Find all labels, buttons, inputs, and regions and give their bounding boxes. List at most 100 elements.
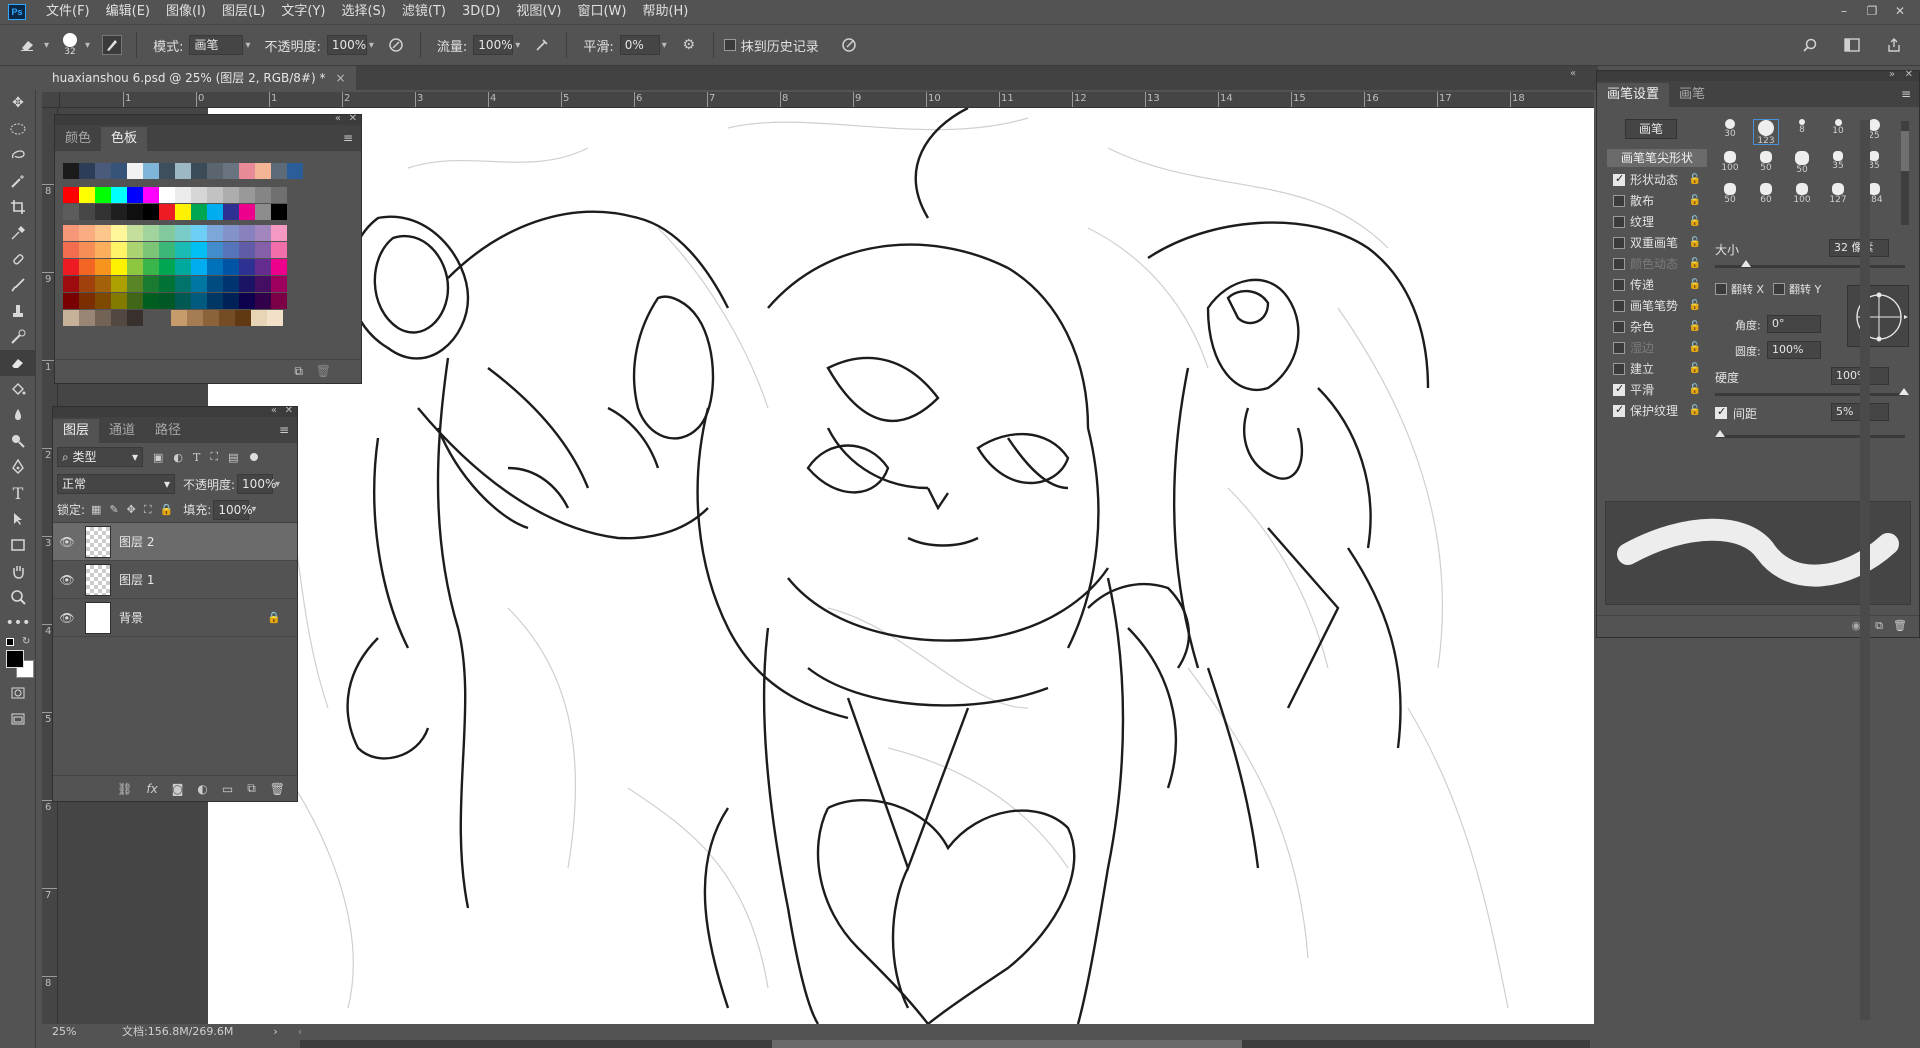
swatch[interactable] bbox=[95, 259, 111, 275]
swatch[interactable] bbox=[127, 242, 143, 258]
swatch[interactable] bbox=[127, 187, 143, 203]
delete-brush-icon[interactable]: 🗑 bbox=[1893, 619, 1907, 632]
lock-artboard-icon[interactable]: ⛶ bbox=[144, 503, 152, 517]
swatch[interactable] bbox=[79, 293, 95, 309]
swatch[interactable] bbox=[95, 242, 111, 258]
swatch[interactable] bbox=[95, 293, 111, 309]
option-lock-icon[interactable]: 🔓 bbox=[1689, 321, 1701, 332]
swatch[interactable] bbox=[175, 276, 191, 292]
swatch[interactable] bbox=[143, 187, 159, 203]
flip-y-checkbox[interactable] bbox=[1773, 283, 1785, 295]
brush-preset-picker[interactable]: 32 bbox=[57, 33, 83, 57]
share-icon[interactable] bbox=[1884, 35, 1904, 55]
swatch[interactable] bbox=[79, 225, 95, 241]
history-brush-tool-icon[interactable] bbox=[0, 324, 36, 350]
close-tab-icon[interactable]: × bbox=[336, 71, 346, 85]
layer-visibility-icon[interactable]: 👁 bbox=[53, 573, 81, 587]
menu-item[interactable]: 图层(L) bbox=[214, 0, 273, 24]
recent-swatch[interactable] bbox=[239, 163, 255, 179]
option-lock-icon[interactable]: 🔓 bbox=[1689, 279, 1701, 290]
swatch[interactable] bbox=[111, 310, 127, 326]
lock-transparent-icon[interactable]: ▦ bbox=[91, 503, 101, 516]
recent-swatch[interactable] bbox=[79, 163, 95, 179]
swatch[interactable] bbox=[95, 204, 111, 220]
brush-option-row[interactable]: 画笔笔势 🔓 bbox=[1607, 295, 1707, 316]
recent-swatch[interactable] bbox=[127, 163, 143, 179]
recent-swatch[interactable] bbox=[191, 163, 207, 179]
brush-option-row[interactable]: 传递 🔓 bbox=[1607, 274, 1707, 295]
pressure-size-icon[interactable] bbox=[839, 35, 859, 55]
size-slider-knob[interactable] bbox=[1741, 260, 1751, 267]
menu-item[interactable]: 视图(V) bbox=[508, 0, 569, 24]
swatch[interactable] bbox=[223, 276, 239, 292]
opacity-field[interactable]: 100% bbox=[326, 35, 367, 55]
crop-tool-icon[interactable] bbox=[0, 194, 36, 220]
swatch[interactable] bbox=[207, 259, 223, 275]
flip-x-checkbox[interactable] bbox=[1715, 283, 1727, 295]
default-colors-icon[interactable] bbox=[6, 638, 14, 646]
tab-channels[interactable]: 通道 bbox=[99, 419, 145, 443]
filter-adjustment-icon[interactable]: ◐ bbox=[173, 451, 183, 464]
brush-option-checkbox[interactable] bbox=[1613, 194, 1625, 207]
swatch[interactable] bbox=[143, 293, 159, 309]
swatch[interactable] bbox=[127, 310, 143, 326]
option-lock-icon[interactable]: 🔓 bbox=[1689, 405, 1701, 416]
close-button[interactable]: ✕ bbox=[1886, 0, 1914, 22]
swatch[interactable] bbox=[111, 225, 127, 241]
swatch[interactable] bbox=[63, 187, 79, 203]
brush-tip-preset[interactable]: 50 bbox=[1717, 183, 1743, 209]
search-icon[interactable] bbox=[1800, 35, 1820, 55]
brush-option-checkbox[interactable] bbox=[1613, 236, 1625, 249]
eyedropper-tool-icon[interactable] bbox=[0, 220, 36, 246]
swatch[interactable] bbox=[175, 242, 191, 258]
menu-item[interactable]: 文件(F) bbox=[38, 0, 98, 24]
clone-stamp-tool-icon[interactable] bbox=[0, 298, 36, 324]
brush-tip-preset[interactable]: 50 bbox=[1753, 151, 1779, 177]
swatch[interactable] bbox=[143, 276, 159, 292]
swatch[interactable] bbox=[255, 293, 271, 309]
recent-swatch[interactable] bbox=[95, 163, 111, 179]
layer-opacity-field[interactable]: 100% bbox=[237, 474, 276, 494]
lock-all-icon[interactable]: 🔒 bbox=[160, 503, 174, 516]
swatch[interactable] bbox=[175, 259, 191, 275]
brush-option-checkbox[interactable] bbox=[1613, 257, 1625, 270]
swatch[interactable] bbox=[127, 293, 143, 309]
swatch[interactable] bbox=[95, 276, 111, 292]
panel-menu-icon[interactable]: ≡ bbox=[1901, 87, 1911, 101]
option-lock-icon[interactable]: 🔓 bbox=[1689, 216, 1701, 227]
swatch[interactable] bbox=[79, 242, 95, 258]
panel-menu-icon[interactable]: ≡ bbox=[343, 131, 353, 145]
screen-mode-icon[interactable] bbox=[0, 706, 36, 732]
recent-swatch[interactable] bbox=[255, 163, 271, 179]
swatch[interactable] bbox=[207, 187, 223, 203]
swatch[interactable] bbox=[191, 293, 207, 309]
swatch[interactable] bbox=[175, 204, 191, 220]
tab-brush-settings[interactable]: 画笔设置 bbox=[1597, 83, 1670, 107]
collapse-panel-icon[interactable]: « bbox=[271, 405, 277, 416]
swatch[interactable] bbox=[191, 242, 207, 258]
swatch[interactable] bbox=[255, 204, 271, 220]
swatch[interactable] bbox=[159, 276, 175, 292]
layer-visibility-icon[interactable]: 👁 bbox=[53, 535, 81, 549]
panel-menu-icon[interactable]: ≡ bbox=[279, 423, 289, 437]
swatch[interactable] bbox=[159, 259, 175, 275]
right-dock-scrollbar[interactable] bbox=[1860, 120, 1870, 1020]
swatch[interactable] bbox=[191, 225, 207, 241]
swatch[interactable] bbox=[63, 293, 79, 309]
swatch[interactable] bbox=[63, 242, 79, 258]
brush-picker-arrow-icon[interactable]: ▾ bbox=[85, 40, 90, 51]
recent-swatch[interactable] bbox=[111, 163, 127, 179]
brush-tip-preset[interactable]: 50 bbox=[1789, 151, 1815, 177]
swatch[interactable] bbox=[191, 187, 207, 203]
swatch[interactable] bbox=[95, 187, 111, 203]
marquee-tool-icon[interactable] bbox=[0, 116, 36, 142]
swatch[interactable] bbox=[63, 310, 79, 326]
tab-swatches[interactable]: 色板 bbox=[101, 127, 148, 151]
angle-field[interactable]: 0° bbox=[1767, 315, 1821, 333]
swatch[interactable] bbox=[143, 259, 159, 275]
brush-tip-preset[interactable]: 123 bbox=[1753, 119, 1779, 146]
brush-tip-preset[interactable]: 8 bbox=[1789, 119, 1815, 145]
smoothing-dropdown-icon[interactable]: ▾ bbox=[662, 40, 667, 51]
recent-swatch[interactable] bbox=[223, 163, 239, 179]
option-lock-icon[interactable]: 🔓 bbox=[1689, 237, 1701, 248]
